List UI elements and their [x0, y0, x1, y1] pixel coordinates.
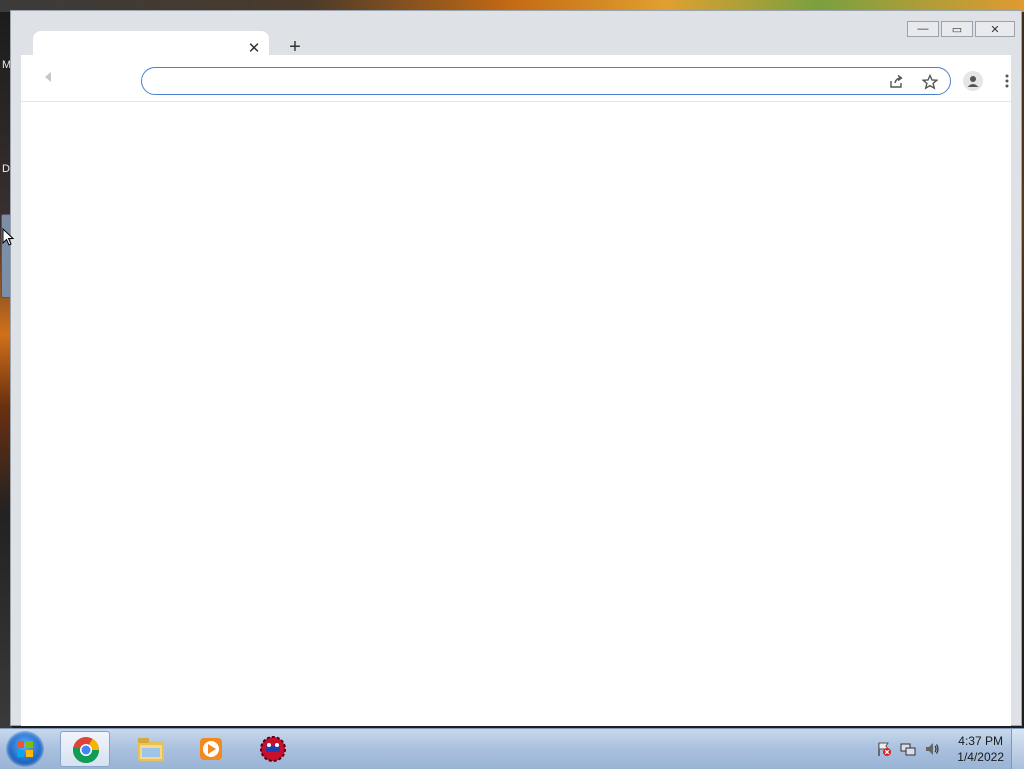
profile-icon — [967, 76, 979, 87]
address-input[interactable] — [156, 71, 860, 93]
kebab-menu-icon — [1005, 74, 1009, 88]
media-player-icon — [200, 738, 222, 760]
window-controls: — ▭ ✕ — [907, 21, 1015, 37]
close-icon: ✕ — [990, 23, 1000, 36]
page-content[interactable] — [21, 101, 1011, 726]
network-icon — [900, 743, 916, 756]
folder-icon — [138, 738, 164, 761]
address-bar[interactable] — [141, 67, 951, 95]
taskbar-media-player-button[interactable] — [186, 731, 236, 767]
system-tray: 4:37 PM 1/4/2022 — [875, 729, 1004, 769]
volume-icon — [926, 743, 939, 755]
profile-button[interactable] — [963, 71, 983, 91]
back-button[interactable] — [41, 69, 57, 85]
flag-alert-icon — [878, 742, 892, 756]
menu-button[interactable] — [999, 71, 1015, 91]
chrome-icon — [72, 737, 100, 764]
taskbar-chrome-button[interactable] — [60, 731, 110, 767]
start-button[interactable] — [6, 731, 44, 767]
desktop-label-2: D — [2, 163, 10, 175]
action-center-button[interactable] — [875, 740, 893, 758]
close-button[interactable]: ✕ — [975, 21, 1015, 37]
share-icon — [890, 74, 903, 88]
mouse-pointer-icon — [2, 228, 14, 246]
back-arrow-icon — [45, 72, 51, 82]
star-icon — [922, 74, 938, 90]
browser-window: — ▭ ✕ ✕ + — [10, 10, 1022, 726]
bookmark-button[interactable] — [920, 72, 940, 92]
minimize-button[interactable]: — — [907, 21, 939, 37]
show-desktop-button[interactable] — [1011, 729, 1024, 769]
browser-toolbar — [21, 55, 1011, 101]
share-button[interactable] — [886, 72, 906, 92]
maximize-button[interactable]: ▭ — [941, 21, 973, 37]
taskbar-explorer-button[interactable] — [126, 731, 176, 767]
volume-button[interactable] — [923, 740, 941, 758]
windows-logo-icon — [17, 741, 33, 757]
network-button[interactable] — [899, 740, 917, 758]
taskbar-clock[interactable]: 4:37 PM 1/4/2022 — [957, 733, 1004, 765]
taskbar-game-button[interactable] — [248, 731, 298, 767]
taskbar: 4:37 PM 1/4/2022 — [0, 728, 1024, 769]
red-ball-icon — [260, 736, 286, 762]
minimize-icon: — — [917, 23, 929, 35]
maximize-icon: ▭ — [951, 23, 963, 36]
clock-time: 4:37 PM — [958, 734, 1003, 748]
clock-date: 1/4/2022 — [957, 750, 1004, 764]
